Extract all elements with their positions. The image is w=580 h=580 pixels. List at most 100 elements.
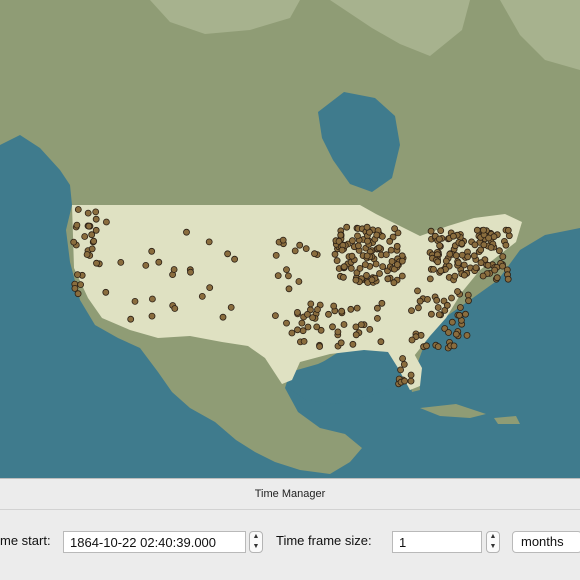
location-point — [291, 247, 299, 255]
location-point — [400, 360, 408, 368]
location-point — [352, 276, 360, 284]
location-point — [183, 228, 190, 236]
location-point — [299, 327, 307, 335]
location-point — [391, 225, 399, 233]
location-point — [375, 244, 383, 252]
location-point — [347, 305, 355, 313]
location-point — [288, 329, 296, 337]
location-point — [302, 245, 310, 253]
location-point — [284, 272, 292, 280]
location-point — [102, 288, 110, 296]
location-point — [493, 274, 501, 282]
location-point — [338, 307, 346, 315]
location-point — [343, 223, 351, 231]
location-point — [449, 232, 457, 240]
location-point — [206, 284, 214, 292]
location-point — [198, 292, 206, 300]
location-point — [445, 329, 452, 336]
location-point — [314, 306, 321, 313]
location-point — [485, 234, 493, 242]
location-point — [227, 303, 235, 311]
location-point — [382, 251, 390, 259]
stepper-up-icon[interactable]: ▲ — [250, 532, 262, 542]
time-frame-stepper[interactable]: ▲ ▼ — [486, 531, 500, 553]
location-point — [92, 215, 100, 223]
location-point — [472, 264, 480, 272]
location-point — [451, 272, 459, 280]
location-point — [499, 253, 507, 261]
location-point — [127, 315, 135, 323]
location-point — [354, 232, 361, 240]
time-frame-size-label: Time frame size: — [276, 533, 372, 548]
location-point — [407, 377, 415, 385]
location-point — [495, 247, 503, 255]
location-point — [479, 272, 487, 280]
location-point — [313, 323, 321, 331]
location-point — [340, 263, 348, 271]
location-point — [81, 233, 89, 240]
location-point — [373, 314, 381, 322]
location-point — [464, 291, 472, 299]
location-point — [303, 310, 311, 318]
location-point — [384, 275, 392, 283]
time-frame-unit-select[interactable]: months — [512, 531, 580, 553]
location-point — [397, 366, 405, 374]
stepper-down-icon[interactable]: ▼ — [250, 542, 262, 552]
location-point — [393, 242, 401, 250]
location-point — [386, 237, 394, 245]
location-point — [271, 312, 279, 320]
location-point — [424, 295, 431, 303]
time-manager-panel: Time Manager me start: ▲ ▼ Time frame si… — [0, 478, 580, 580]
location-point — [92, 208, 100, 216]
location-point — [74, 206, 82, 213]
location-point — [294, 326, 301, 334]
location-point — [434, 304, 442, 311]
location-point — [414, 304, 422, 312]
stepper-up-icon[interactable]: ▲ — [487, 532, 499, 542]
location-point — [155, 258, 163, 266]
location-point — [473, 226, 481, 234]
location-point — [484, 261, 492, 269]
location-point — [480, 226, 487, 234]
location-point — [283, 319, 290, 327]
stepper-down-icon[interactable]: ▼ — [487, 542, 499, 552]
location-point — [348, 252, 356, 260]
location-point — [293, 308, 301, 316]
location-point — [433, 296, 441, 304]
location-point — [142, 261, 150, 269]
location-point — [437, 267, 445, 275]
location-point — [504, 226, 512, 234]
location-point — [471, 241, 479, 249]
time-start-input[interactable] — [63, 531, 246, 553]
location-point — [103, 218, 110, 226]
location-point — [296, 241, 304, 249]
location-point — [298, 319, 306, 327]
location-point — [272, 251, 280, 259]
location-point — [505, 232, 513, 240]
location-point — [434, 343, 442, 351]
location-point — [504, 275, 512, 283]
location-point — [437, 227, 445, 235]
time-start-stepper[interactable]: ▲ ▼ — [249, 531, 263, 553]
location-point — [331, 250, 339, 258]
location-point — [70, 238, 78, 246]
time-frame-size-input[interactable] — [392, 531, 482, 553]
location-point — [84, 209, 92, 217]
location-point — [148, 247, 156, 255]
location-point — [77, 281, 84, 289]
location-point — [442, 257, 450, 265]
location-point — [450, 342, 458, 350]
location-point — [330, 302, 338, 310]
location-point — [334, 328, 342, 336]
location-point — [205, 238, 213, 246]
location-point — [363, 271, 370, 279]
location-point — [325, 310, 332, 318]
location-point — [338, 246, 346, 254]
location-point — [460, 271, 468, 279]
location-point — [329, 323, 336, 331]
map-canvas[interactable] — [0, 0, 580, 478]
location-point — [448, 318, 456, 326]
location-point — [187, 268, 194, 276]
location-point — [307, 300, 315, 308]
location-point — [423, 342, 430, 350]
